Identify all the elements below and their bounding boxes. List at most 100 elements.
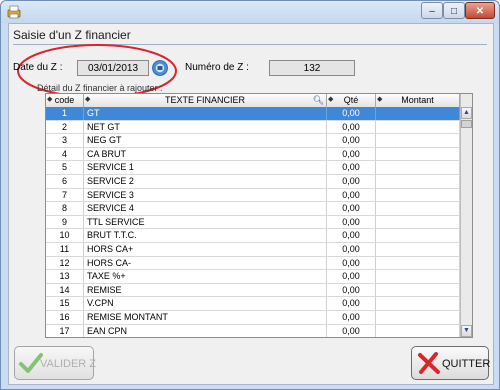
row-amount[interactable] [376, 242, 460, 256]
row-qty[interactable]: 0,00 [327, 215, 376, 229]
row-qty[interactable]: 0,00 [327, 188, 376, 202]
row-qty[interactable]: 0,00 [327, 202, 376, 215]
row-qty[interactable]: 0,00 [327, 174, 376, 188]
scroll-up-icon[interactable]: ▲ [461, 107, 472, 119]
table-row[interactable]: 10 BRUT T.T.C. 0,00 [46, 229, 460, 243]
table-row[interactable]: 8 SERVICE 4 0,00 [46, 202, 460, 216]
header-qty[interactable]: ◆ Qté [327, 94, 376, 107]
row-qty[interactable]: 0,00 [327, 324, 376, 337]
scroll-down-icon[interactable]: ▼ [461, 325, 472, 337]
row-amount[interactable] [376, 297, 460, 310]
row-code[interactable]: 7 [46, 188, 84, 202]
row-text[interactable]: NEG GT [84, 134, 327, 147]
table-row[interactable]: 9 TTL SERVICE 0,00 [46, 215, 460, 230]
row-code[interactable]: 4 [46, 147, 84, 161]
row-text[interactable]: EAN CPN [84, 324, 327, 337]
row-amount[interactable] [376, 161, 460, 174]
table-row[interactable]: 4 CA BRUT 0,00 [46, 147, 460, 162]
row-text[interactable]: SERVICE 1 [84, 161, 327, 174]
table-row[interactable]: 13 TAXE %+ 0,00 [46, 270, 460, 284]
table-row[interactable]: 12 HORS CA- 0,00 [46, 256, 460, 271]
row-code[interactable]: 6 [46, 174, 84, 188]
row-text[interactable]: SERVICE 4 [84, 202, 327, 215]
row-code[interactable]: 17 [46, 324, 84, 337]
row-code[interactable]: 14 [46, 283, 84, 297]
row-qty[interactable]: 0,00 [327, 242, 376, 256]
maximize-button[interactable]: □ [443, 2, 465, 19]
validate-button[interactable]: VALIDER Z [14, 346, 96, 380]
row-amount[interactable] [376, 202, 460, 215]
row-code[interactable]: 2 [46, 120, 84, 134]
search-icon[interactable]: 🔍︎ [313, 94, 324, 107]
row-qty[interactable]: 0,00 [327, 283, 376, 297]
row-text[interactable]: TTL SERVICE [84, 215, 327, 229]
row-text[interactable]: REMISE [84, 283, 327, 297]
row-qty[interactable]: 0,00 [327, 229, 376, 242]
row-qty[interactable]: 0,00 [327, 270, 376, 283]
row-code[interactable]: 11 [46, 242, 84, 256]
number-field[interactable]: 132 [269, 60, 355, 76]
table-row[interactable]: 6 SERVICE 2 0,00 [46, 174, 460, 189]
header-text[interactable]: ◆ TEXTE FINANCIER 🔍︎ [84, 94, 327, 107]
row-text[interactable]: SERVICE 3 [84, 188, 327, 202]
row-amount[interactable] [376, 147, 460, 161]
close-button[interactable]: ✕ [465, 2, 495, 19]
row-text[interactable]: SERVICE 2 [84, 174, 327, 188]
row-code[interactable]: 9 [46, 215, 84, 229]
table-row[interactable]: 2 NET GT 0,00 [46, 120, 460, 135]
row-qty[interactable]: 0,00 [327, 107, 376, 120]
row-amount[interactable] [376, 229, 460, 242]
calendar-icon[interactable] [152, 60, 168, 76]
row-amount[interactable] [376, 107, 460, 120]
row-text[interactable]: BRUT T.T.C. [84, 229, 327, 242]
row-qty[interactable]: 0,00 [327, 120, 376, 134]
table-row[interactable]: 15 V.CPN 0,00 [46, 297, 460, 311]
minimize-button[interactable]: – [421, 2, 443, 19]
table-row[interactable]: 1 GT 0,00 [46, 107, 460, 121]
table-row[interactable]: 3 NEG GT 0,00 [46, 134, 460, 148]
row-text[interactable]: CA BRUT [84, 147, 327, 161]
row-amount[interactable] [376, 174, 460, 188]
table-row[interactable]: 5 SERVICE 1 0,00 [46, 161, 460, 175]
row-code[interactable]: 8 [46, 202, 84, 215]
header-code[interactable]: ◆ code [46, 94, 84, 107]
row-amount[interactable] [376, 324, 460, 337]
row-qty[interactable]: 0,00 [327, 256, 376, 270]
quit-button[interactable]: QUITTER [411, 346, 490, 380]
row-amount[interactable] [376, 283, 460, 297]
row-text[interactable]: TAXE %+ [84, 270, 327, 283]
row-text[interactable]: HORS CA+ [84, 242, 327, 256]
row-qty[interactable]: 0,00 [327, 147, 376, 161]
row-amount[interactable] [376, 120, 460, 134]
row-amount[interactable] [376, 188, 460, 202]
row-qty[interactable]: 0,00 [327, 134, 376, 147]
row-qty[interactable]: 0,00 [327, 297, 376, 310]
table-row[interactable]: 7 SERVICE 3 0,00 [46, 188, 460, 203]
row-code[interactable]: 5 [46, 161, 84, 174]
row-code[interactable]: 12 [46, 256, 84, 270]
row-text[interactable]: V.CPN [84, 297, 327, 310]
row-text[interactable]: GT [84, 107, 327, 120]
row-code[interactable]: 16 [46, 310, 84, 324]
row-qty[interactable]: 0,00 [327, 310, 376, 324]
table-row[interactable]: 16 REMISE MONTANT 0,00 [46, 310, 460, 325]
table-row[interactable]: 11 HORS CA+ 0,00 [46, 242, 460, 257]
row-code[interactable]: 10 [46, 229, 84, 242]
header-amount[interactable]: ◆ Montant [376, 94, 460, 107]
date-field[interactable]: 03/01/2013 [77, 60, 149, 76]
row-amount[interactable] [376, 256, 460, 270]
row-amount[interactable] [376, 134, 460, 147]
row-text[interactable]: HORS CA- [84, 256, 327, 270]
row-qty[interactable]: 0,00 [327, 161, 376, 174]
table-row[interactable]: 14 REMISE 0,00 [46, 283, 460, 298]
table-row[interactable]: 17 EAN CPN 0,00 [46, 324, 460, 337]
row-amount[interactable] [376, 270, 460, 283]
row-code[interactable]: 15 [46, 297, 84, 310]
scroll-thumb[interactable] [461, 120, 472, 128]
row-text[interactable]: REMISE MONTANT [84, 310, 327, 324]
row-code[interactable]: 3 [46, 134, 84, 147]
row-amount[interactable] [376, 215, 460, 229]
row-code[interactable]: 1 [46, 107, 84, 120]
grid-scrollbar[interactable]: ▲ ▼ [460, 94, 472, 337]
row-code[interactable]: 13 [46, 270, 84, 283]
